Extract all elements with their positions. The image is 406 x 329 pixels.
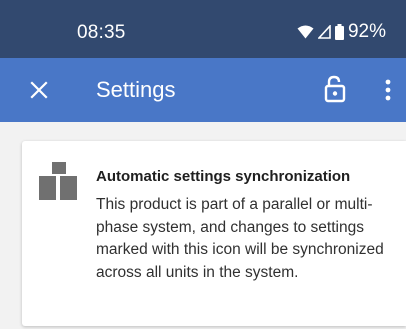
battery-percent: 92% [347,21,386,42]
status-time: 08:35 [77,22,126,43]
app-bar: Settings [0,58,406,122]
battery-icon [334,24,344,40]
close-button[interactable] [27,78,51,102]
lock-open-icon [324,75,346,103]
more-vert-icon [385,79,391,101]
sync-units-icon [39,162,77,200]
wifi-icon [297,25,314,39]
lock-button[interactable] [321,74,349,104]
status-indicators: 92% [297,21,386,43]
card-body: This product is part of a parallel or mu… [96,196,384,281]
close-icon [30,81,48,99]
card-title: Automatic settings synchronization [96,168,351,185]
more-options-button[interactable] [378,76,398,104]
status-bar: 08:35 92% [0,0,406,58]
sync-info-card: Automatic settings synchronization This … [22,141,406,326]
page-title: Settings [96,77,176,102]
cell-signal-icon [317,25,331,39]
